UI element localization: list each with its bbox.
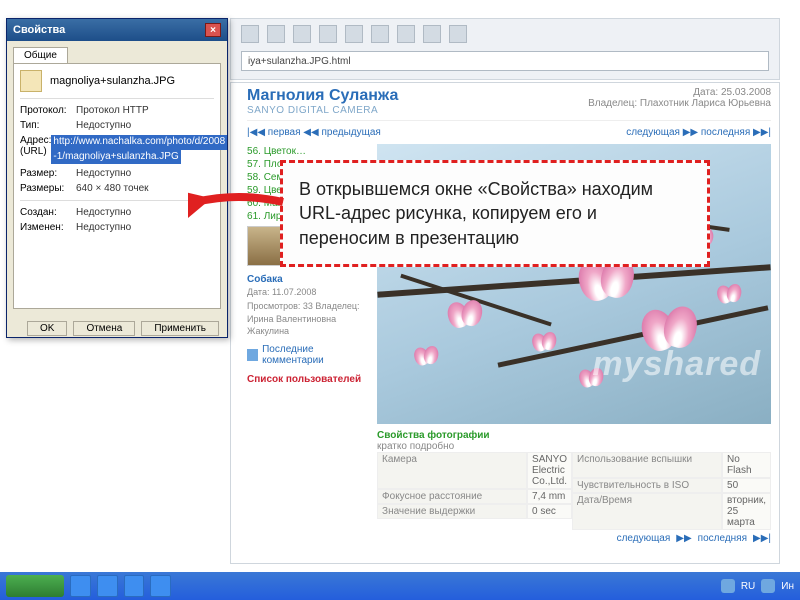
dialog-titlebar[interactable]: Свойства × [7, 19, 227, 41]
watermark: myshared [592, 345, 761, 384]
prop-val: 50 [722, 478, 771, 493]
meta-date: Дата: 25.03.2008 [588, 87, 771, 98]
close-icon[interactable]: × [205, 23, 221, 37]
prop-key: Фокусное расстояние [377, 489, 527, 504]
page-title: Магнолия Суланжа [247, 87, 398, 105]
file-icon [20, 70, 42, 92]
webpage: Магнолия Суланжа SANYO DIGITAL CAMERA Да… [230, 82, 780, 564]
recent-comments-link[interactable]: Последние комментарии [247, 344, 369, 366]
toolbar-icon[interactable] [319, 25, 337, 43]
tray-icon[interactable] [721, 579, 735, 593]
toolbar-icon[interactable] [241, 25, 259, 43]
prop-key: Протокол: [20, 105, 76, 116]
toolbar-icon[interactable] [371, 25, 389, 43]
prop-key: Создан: [20, 207, 76, 218]
apply-button[interactable]: Применить [141, 321, 219, 336]
annotation-arrow [188, 182, 288, 222]
nav-prev-icon[interactable]: ◀◀ [303, 127, 318, 138]
props-sub[interactable]: кратко подробно [377, 441, 771, 452]
taskbar-item[interactable] [70, 575, 91, 597]
nav-first[interactable]: первая [268, 127, 301, 138]
nav-prev[interactable]: предыдущая [321, 127, 380, 138]
album-title[interactable]: Собака [247, 274, 369, 285]
toolbar-icon[interactable] [397, 25, 415, 43]
prop-key: Размеры: [20, 183, 76, 194]
properties-dialog: Свойства × Общие magnoliya+sulanzha.JPG … [6, 18, 228, 338]
comment-icon [247, 349, 258, 361]
prop-val: 0 sec [527, 504, 572, 519]
toolbar-icon[interactable] [449, 25, 467, 43]
album-meta: Ирина Валентиновна Жакулина [247, 314, 369, 337]
taskbar-item[interactable] [150, 575, 171, 597]
album-meta: Просмотров: 33 Владелец: [247, 301, 369, 313]
taskbar-item[interactable] [97, 575, 118, 597]
prop-val: Недоступно [76, 222, 214, 233]
dialog-title: Свойства [13, 24, 65, 36]
prop-val: вторник, 25 марта [722, 493, 771, 530]
nav-last-icon[interactable]: ▶▶| [753, 533, 771, 544]
prop-key: Изменен: [20, 222, 76, 233]
filename: magnoliya+sulanzha.JPG [50, 75, 175, 87]
nav-last[interactable]: последняя [698, 533, 747, 544]
list-item[interactable]: 56. Цветок… [247, 146, 369, 157]
nav-next-icon[interactable]: ▶▶ [676, 533, 691, 544]
page-subtitle: SANYO DIGITAL CAMERA [247, 105, 398, 116]
prop-url[interactable]: http://www.nachalka.com/photo/d/2008 -1/… [51, 135, 227, 164]
prop-val: Протокол HTTP [76, 105, 214, 116]
lang-indicator[interactable]: RU [741, 581, 755, 592]
prop-key: Камера [377, 452, 527, 489]
address-bar[interactable]: iya+sulanzha.JPG.html [241, 51, 769, 71]
taskbar-item[interactable] [124, 575, 145, 597]
prop-key: Дата/Время [572, 493, 722, 530]
tray-label[interactable]: Ин [781, 581, 794, 592]
browser-toolbar: iya+sulanzha.JPG.html [230, 18, 780, 80]
toolbar-icon[interactable] [423, 25, 441, 43]
nav-next[interactable]: следующая [626, 127, 680, 138]
nav-last-icon[interactable]: ▶▶| [753, 127, 771, 138]
taskbar[interactable]: RU Ин [0, 572, 800, 600]
prop-val: Недоступно [76, 168, 214, 179]
prop-key: Использование вспышки [572, 452, 722, 478]
ok-button[interactable]: OK [27, 321, 67, 336]
meta-owner: Владелец: Плахотник Лариса Юрьевна [588, 98, 771, 109]
nav-next-icon[interactable]: ▶▶ [683, 127, 698, 138]
instruction-callout: В открывшемся окне «Свойства» находим UR… [280, 160, 710, 267]
prop-key: Размер: [20, 168, 76, 179]
toolbar-icon[interactable] [345, 25, 363, 43]
prop-key: Значение выдержки [377, 504, 527, 519]
props-header: Свойства фотографии [377, 430, 490, 441]
nav-next[interactable]: следующая [617, 533, 671, 544]
prop-val: Недоступно [76, 120, 214, 131]
cancel-button[interactable]: Отмена [73, 321, 135, 336]
tab-general[interactable]: Общие [13, 47, 68, 63]
prop-val: 7,4 mm [527, 489, 572, 504]
prop-key: Тип: [20, 120, 76, 131]
tray-icon[interactable] [761, 579, 775, 593]
prop-key: Адрес: (URL) [20, 135, 51, 164]
nav-last[interactable]: последняя [701, 127, 750, 138]
nav-first-icon[interactable]: |◀◀ [247, 127, 265, 138]
album-meta: Дата: 11.07.2008 [247, 287, 369, 299]
toolbar-icon[interactable] [293, 25, 311, 43]
users-list-header[interactable]: Список пользователей [247, 374, 369, 385]
prop-val: SANYO Electric Co.,Ltd. [527, 452, 572, 489]
toolbar-icon[interactable] [267, 25, 285, 43]
prop-key: Чувствительность в ISO [572, 478, 722, 493]
start-button[interactable] [6, 575, 64, 597]
prop-val: No Flash [722, 452, 771, 478]
